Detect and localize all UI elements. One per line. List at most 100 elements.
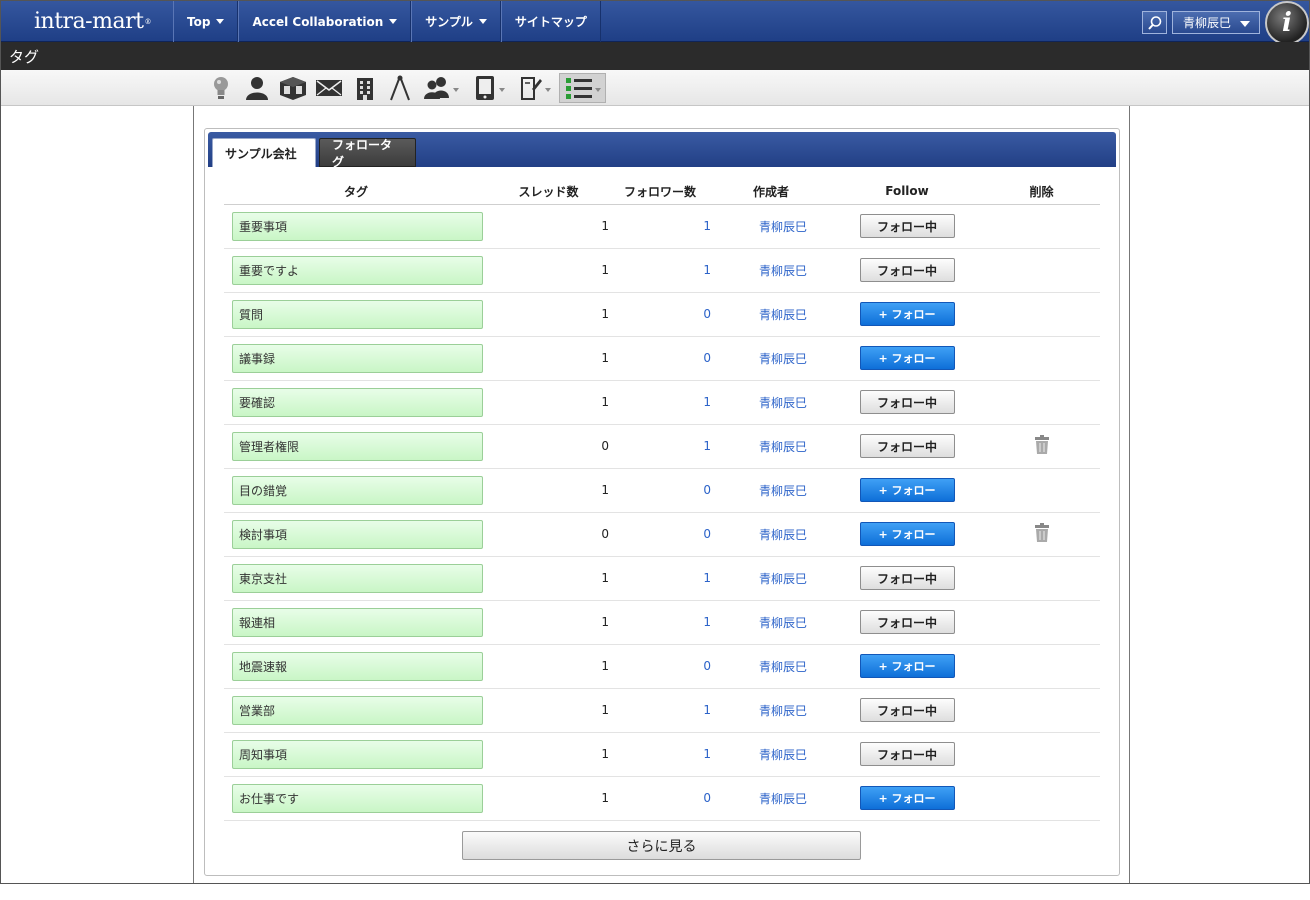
main-nav: Top Accel Collaboration サンプル サイトマップ: [173, 1, 601, 42]
follower-count[interactable]: 0: [703, 659, 711, 673]
tag-chip[interactable]: 重要事項: [232, 211, 483, 241]
header-followers[interactable]: フォロワー数: [609, 179, 711, 205]
nav-accel-collaboration[interactable]: Accel Collaboration: [238, 1, 412, 42]
creator-link[interactable]: 青柳辰巳: [711, 572, 807, 586]
tag-chip[interactable]: 営業部: [232, 695, 483, 725]
follow-toggle-button[interactable]: フォロー中: [859, 214, 955, 238]
tag-chip[interactable]: 要確認: [232, 387, 483, 417]
follow-toggle-button[interactable]: フォロー中: [859, 258, 955, 282]
creator-cell: 青柳辰巳: [711, 776, 831, 821]
follower-count[interactable]: 1: [703, 395, 711, 409]
users-tool[interactable]: [421, 73, 461, 103]
follower-count[interactable]: 1: [703, 615, 711, 629]
follow-toggle-button[interactable]: + フォロー: [859, 346, 955, 370]
follow-toggle-button[interactable]: + フォロー: [859, 522, 955, 546]
follow-toggle-button[interactable]: + フォロー: [859, 302, 955, 326]
follower-count[interactable]: 1: [703, 439, 711, 453]
task-list-tool[interactable]: [559, 73, 606, 103]
follow-toggle-button[interactable]: フォロー中: [859, 742, 955, 766]
tab-followed-tags[interactable]: フォロータグ: [319, 138, 416, 169]
trash-icon[interactable]: [1034, 523, 1050, 545]
lightbulb-tool[interactable]: [208, 73, 234, 103]
tab-sample-company[interactable]: サンプル会社: [212, 138, 316, 167]
tag-chip[interactable]: 質問: [232, 299, 483, 329]
tag-chip[interactable]: 重要ですよ: [232, 255, 483, 285]
creator-link[interactable]: 青柳辰巳: [711, 440, 807, 454]
profile-tool[interactable]: [242, 73, 272, 103]
tag-chip[interactable]: 地震速報: [232, 651, 483, 681]
creator-cell: 青柳辰巳: [711, 688, 831, 733]
follower-count[interactable]: 1: [703, 747, 711, 761]
compass-tool[interactable]: [387, 73, 413, 103]
mail-tool[interactable]: [314, 73, 344, 103]
header-tag[interactable]: タグ: [224, 179, 488, 205]
follower-count[interactable]: 0: [703, 351, 711, 365]
table-row: 議事録 1 0 青柳辰巳 + フォロー: [224, 336, 1100, 381]
follow-cell: + フォロー: [831, 776, 983, 821]
follow-toggle-button[interactable]: + フォロー: [859, 654, 955, 678]
info-icon: i: [1282, 8, 1292, 38]
header-creator[interactable]: 作成者: [711, 179, 831, 205]
follow-cell: フォロー中: [831, 248, 983, 293]
trash-icon[interactable]: [1034, 435, 1050, 457]
document-tool[interactable]: [514, 73, 556, 103]
tag-chip[interactable]: 議事録: [232, 343, 483, 373]
info-button[interactable]: i: [1265, 1, 1309, 45]
creator-link[interactable]: 青柳辰巳: [711, 352, 807, 366]
creator-link[interactable]: 青柳辰巳: [711, 792, 807, 806]
search-button[interactable]: [1142, 11, 1167, 34]
tag-table-body: 重要事項 1 1 青柳辰巳 フォロー中 重要ですよ 1 1 青柳辰巳 フォロー中…: [224, 204, 1100, 821]
nav-sample[interactable]: サンプル: [411, 1, 501, 42]
creator-link[interactable]: 青柳辰巳: [711, 704, 807, 718]
creator-link[interactable]: 青柳辰巳: [711, 308, 807, 322]
creator-cell: 青柳辰巳: [711, 336, 831, 381]
follow-cell: フォロー中: [831, 204, 983, 249]
follower-count[interactable]: 1: [703, 263, 711, 277]
creator-link[interactable]: 青柳辰巳: [711, 660, 807, 674]
tag-chip[interactable]: 目の錯覚: [232, 475, 483, 505]
thread-count: 1: [488, 336, 609, 381]
user-menu[interactable]: 青柳辰巳: [1172, 11, 1260, 34]
follow-toggle-button[interactable]: フォロー中: [859, 434, 955, 458]
creator-link[interactable]: 青柳辰巳: [711, 484, 807, 498]
follow-toggle-button[interactable]: + フォロー: [859, 478, 955, 502]
lightbulb-icon: [214, 77, 228, 99]
follower-count[interactable]: 1: [703, 571, 711, 585]
follower-count-cell: 1: [609, 204, 711, 249]
follower-count[interactable]: 0: [703, 527, 711, 541]
tag-chip[interactable]: お仕事です: [232, 783, 483, 813]
phone-tool[interactable]: [468, 73, 510, 103]
follow-toggle-button[interactable]: フォロー中: [859, 566, 955, 590]
follow-toggle-button[interactable]: + フォロー: [859, 786, 955, 810]
creator-link[interactable]: 青柳辰巳: [711, 220, 807, 234]
show-more-button[interactable]: さらに見る: [462, 831, 861, 860]
creator-link[interactable]: 青柳辰巳: [711, 396, 807, 410]
nav-accel-label: Accel Collaboration: [252, 14, 384, 29]
follow-toggle-button[interactable]: フォロー中: [859, 610, 955, 634]
tag-chip[interactable]: 管理者権限: [232, 431, 483, 461]
tag-chip[interactable]: 東京支社: [232, 563, 483, 593]
follower-count[interactable]: 0: [703, 307, 711, 321]
creator-link[interactable]: 青柳辰巳: [711, 748, 807, 762]
tag-chip[interactable]: 報連相: [232, 607, 483, 637]
delete-cell: [983, 688, 1100, 733]
table-row: 管理者権限 0 1 青柳辰巳 フォロー中: [224, 424, 1100, 469]
tag-cell: 管理者権限: [224, 424, 488, 469]
follower-count[interactable]: 1: [703, 219, 711, 233]
tag-chip[interactable]: 周知事項: [232, 739, 483, 769]
intra-mart-logo[interactable]: intra-mart ®: [1, 1, 173, 42]
header-threads[interactable]: スレッド数: [488, 179, 609, 205]
creator-link[interactable]: 青柳辰巳: [711, 528, 807, 542]
follower-count[interactable]: 0: [703, 791, 711, 805]
follower-count[interactable]: 1: [703, 703, 711, 717]
organization-tool[interactable]: [352, 73, 378, 103]
follow-toggle-button[interactable]: フォロー中: [859, 698, 955, 722]
creator-link[interactable]: 青柳辰巳: [711, 616, 807, 630]
creator-link[interactable]: 青柳辰巳: [711, 264, 807, 278]
nav-sitemap[interactable]: サイトマップ: [500, 1, 601, 42]
follower-count[interactable]: 0: [703, 483, 711, 497]
tag-chip[interactable]: 検討事項: [232, 519, 483, 549]
nav-top[interactable]: Top: [173, 1, 239, 42]
follow-toggle-button[interactable]: フォロー中: [859, 390, 955, 414]
box-tool[interactable]: [278, 73, 308, 103]
